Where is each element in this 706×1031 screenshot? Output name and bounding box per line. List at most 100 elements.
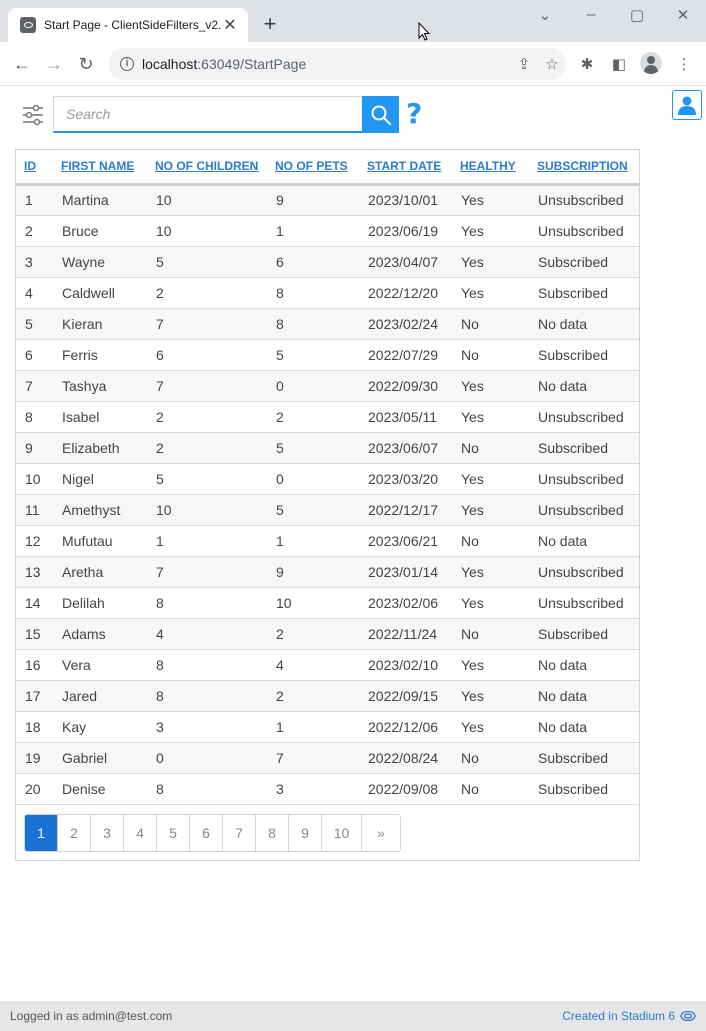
table-row[interactable]: 12 Mufutau 1 1 2023/06/21 No No data [16,525,639,557]
cell-no-of-children: 10 [147,215,267,247]
table-row[interactable]: 14 Delilah 8 10 2023/02/06 Yes Unsubscribed [16,587,639,619]
cell-subscription: No data [529,680,639,712]
page-button-2[interactable]: 2 [58,815,91,851]
table-row[interactable]: 4 Caldwell 2 8 2022/12/20 Yes Subscribed [16,277,639,309]
bookmark-star-icon[interactable]: ☆ [538,55,566,73]
cell-start-date: 2023/01/14 [359,556,452,588]
user-account-button[interactable] [672,90,702,120]
cell-no-of-pets: 1 [267,525,359,557]
cell-id: 3 [16,246,53,278]
table-row[interactable]: 18 Kay 3 1 2022/12/06 Yes No data [16,711,639,743]
table-row[interactable]: 3 Wayne 5 6 2023/04/07 Yes Subscribed [16,246,639,278]
new-tab-button[interactable]: + [258,12,282,36]
cell-id: 7 [16,370,53,402]
profile-avatar-icon[interactable] [640,52,662,74]
cell-no-of-children: 3 [147,711,267,743]
page-button-7[interactable]: 7 [223,815,256,851]
cell-no-of-children: 8 [147,649,267,681]
search-input[interactable] [53,96,363,133]
cell-id: 12 [16,525,53,557]
forward-arrow-icon[interactable]: → [42,52,66,76]
table-row[interactable]: 19 Gabriel 0 7 2022/08/24 No Subscribed [16,742,639,774]
extensions-puzzle-icon[interactable]: ✱ [576,54,598,76]
url-path: :63049/StartPage [197,56,307,72]
page-button-1[interactable]: 1 [25,815,58,851]
page-button-6[interactable]: 6 [190,815,223,851]
table-row[interactable]: 10 Nigel 5 0 2023/03/20 Yes Unsubscribed [16,463,639,495]
cell-healthy: Yes [452,401,529,433]
page-button-3[interactable]: 3 [91,815,124,851]
minimize-icon[interactable]: – [579,6,603,23]
column-header-no-of-pets[interactable]: NO OF PETS [267,150,359,186]
cell-first-name: Adams [53,618,147,650]
cell-no-of-children: 0 [147,742,267,774]
cell-healthy: No [452,432,529,464]
cell-no-of-children: 10 [147,184,267,216]
page-button-9[interactable]: 9 [289,815,322,851]
cell-no-of-children: 2 [147,401,267,433]
page-button-5[interactable]: 5 [157,815,190,851]
page-button-10[interactable]: 10 [322,815,362,851]
table-row[interactable]: 8 Isabel 2 2 2023/05/11 Yes Unsubscribed [16,401,639,433]
browser-tab[interactable]: Start Page - ClientSideFilters_v2... ✕ [8,8,248,42]
table-row[interactable]: 7 Tashya 7 0 2022/09/30 Yes No data [16,370,639,402]
column-header-healthy[interactable]: HEALTHY [452,150,529,186]
table-row[interactable]: 5 Kieran 7 8 2023/02/24 No No data [16,308,639,340]
cell-id: 6 [16,339,53,371]
help-button[interactable]: ? [406,98,422,130]
cell-id: 18 [16,711,53,743]
created-in-link[interactable]: Created in Stadium 6 [562,1009,696,1023]
table-row[interactable]: 2 Bruce 10 1 2023/06/19 Yes Unsubscribed [16,215,639,247]
url-text[interactable]: localhost:63049/StartPage [142,56,510,72]
page-button-8[interactable]: 8 [256,815,289,851]
table-row[interactable]: 15 Adams 4 2 2022/11/24 No Subscribed [16,618,639,650]
cell-start-date: 2022/11/24 [359,618,452,650]
cell-id: 13 [16,556,53,588]
browser-menu-icon[interactable]: ⋮ [673,54,695,76]
cell-subscription: Subscribed [529,773,639,805]
column-header-first-name[interactable]: FIRST NAME [53,150,147,186]
address-bar[interactable]: i localhost:63049/StartPage ⇪ ☆ [108,48,566,80]
tab-search-chevron-icon[interactable]: ⌄ [533,6,557,24]
table-row[interactable]: 11 Amethyst 10 5 2022/12/17 Yes Unsubscribed [16,494,639,526]
cell-first-name: Tashya [53,370,147,402]
column-header-no-of-children[interactable]: NO OF CHILDREN [147,150,267,186]
table-row[interactable]: 17 Jared 8 2 2022/09/15 Yes No data [16,680,639,712]
table-row[interactable]: 9 Elizabeth 2 5 2023/06/07 No Subscribed [16,432,639,464]
table-row[interactable]: 6 Ferris 6 5 2022/07/29 No Subscribed [16,339,639,371]
share-icon[interactable]: ⇪ [510,55,538,73]
back-arrow-icon[interactable]: ← [10,52,34,76]
table-row[interactable]: 13 Aretha 7 9 2023/01/14 Yes Unsubscribed [16,556,639,588]
search-button[interactable] [362,96,399,133]
side-panel-icon[interactable]: ◧ [608,54,630,76]
cell-subscription: Subscribed [529,618,639,650]
cell-healthy: Yes [452,184,529,216]
next-page-button[interactable]: » [362,815,400,851]
cell-healthy: Yes [452,246,529,278]
table-row[interactable]: 1 Martina 10 9 2023/10/01 Yes Unsubscribed [16,184,639,216]
cell-healthy: Yes [452,494,529,526]
tab-title: Start Page - ClientSideFilters_v2... [44,18,222,32]
cell-subscription: Subscribed [529,742,639,774]
site-info-icon[interactable]: i [120,57,134,71]
maximize-icon[interactable]: ▢ [625,6,649,24]
column-header-id[interactable]: ID [16,150,53,186]
window-close-icon[interactable]: ✕ [671,6,695,24]
browser-toolbar: ← → ↻ i localhost:63049/StartPage ⇪ ☆ ✱ … [0,42,706,86]
user-icon [678,96,696,115]
stadium-logo-icon [680,1010,696,1022]
column-header-start-date[interactable]: START DATE [359,150,452,186]
cell-start-date: 2022/07/29 [359,339,452,371]
reload-icon[interactable]: ↻ [74,52,98,76]
table-row[interactable]: 20 Denise 8 3 2022/09/08 No Subscribed [16,773,639,805]
table-row[interactable]: 16 Vera 8 4 2023/02/10 Yes No data [16,649,639,681]
tab-close-icon[interactable]: ✕ [222,15,238,35]
filter-sliders-icon[interactable] [22,104,44,126]
column-header-subscription[interactable]: SUBSCRIPTION [529,150,639,186]
cell-no-of-pets: 5 [267,432,359,464]
cell-no-of-pets: 6 [267,246,359,278]
cell-id: 2 [16,215,53,247]
cell-no-of-pets: 4 [267,649,359,681]
cell-subscription: No data [529,308,639,340]
page-button-4[interactable]: 4 [124,815,157,851]
